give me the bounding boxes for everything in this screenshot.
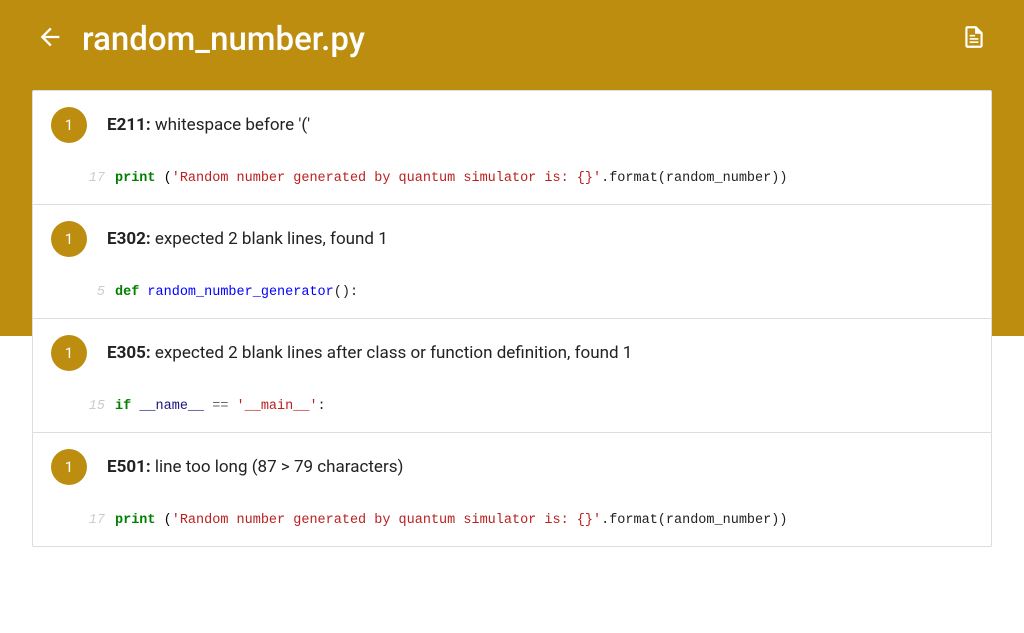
issue-count-badge: 1 <box>51 335 87 371</box>
issue-message: whitespace before '(' <box>151 115 311 135</box>
line-number: 17 <box>51 513 115 528</box>
code-line: print ('Random number generated by quant… <box>115 513 787 528</box>
line-number: 17 <box>51 171 115 186</box>
code-line: if __name__ == '__main__': <box>115 399 326 414</box>
issue-header[interactable]: 1 E501: line too long (87 > 79 character… <box>33 433 991 501</box>
issue-message: expected 2 blank lines after class or fu… <box>151 343 633 363</box>
issue-message: expected 2 blank lines, found 1 <box>151 229 388 249</box>
back-button[interactable] <box>32 21 68 57</box>
line-number: 5 <box>51 285 115 300</box>
issue-list: 1 E211: whitespace before '(' 17 print (… <box>32 90 992 547</box>
issue-count-badge: 1 <box>51 107 87 143</box>
code-preview: 17 print ('Random number generated by qu… <box>33 159 991 204</box>
issue-header[interactable]: 1 E211: whitespace before '(' <box>33 91 991 159</box>
issue-count-badge: 1 <box>51 221 87 257</box>
issue-text: E211: whitespace before '(' <box>107 115 310 135</box>
code-line: print ('Random number generated by quant… <box>115 171 787 186</box>
code-line: def random_number_generator(): <box>115 285 358 300</box>
issue-item: 1 E501: line too long (87 > 79 character… <box>33 433 991 546</box>
view-source-button[interactable] <box>956 21 992 57</box>
issue-code: E501: <box>107 457 151 477</box>
issue-code: E211: <box>107 115 151 135</box>
document-icon <box>961 24 987 54</box>
issue-item: 1 E302: expected 2 blank lines, found 1 … <box>33 205 991 319</box>
line-number: 15 <box>51 399 115 414</box>
issue-text: E305: expected 2 blank lines after class… <box>107 343 632 363</box>
code-preview: 17 print ('Random number generated by qu… <box>33 501 991 546</box>
issue-code: E302: <box>107 229 151 249</box>
app-header: random_number.py <box>0 0 1024 78</box>
issue-text: E501: line too long (87 > 79 characters) <box>107 457 403 477</box>
issue-text: E302: expected 2 blank lines, found 1 <box>107 229 388 249</box>
issue-item: 1 E305: expected 2 blank lines after cla… <box>33 319 991 433</box>
page-title: random_number.py <box>82 20 956 59</box>
issue-item: 1 E211: whitespace before '(' 17 print (… <box>33 91 991 205</box>
code-preview: 5 def random_number_generator(): <box>33 273 991 318</box>
issue-header[interactable]: 1 E302: expected 2 blank lines, found 1 <box>33 205 991 273</box>
code-preview: 15 if __name__ == '__main__': <box>33 387 991 432</box>
issue-header[interactable]: 1 E305: expected 2 blank lines after cla… <box>33 319 991 387</box>
issue-count-badge: 1 <box>51 449 87 485</box>
arrow-left-icon <box>36 23 64 55</box>
issue-code: E305: <box>107 343 151 363</box>
issue-message: line too long (87 > 79 characters) <box>151 457 404 477</box>
